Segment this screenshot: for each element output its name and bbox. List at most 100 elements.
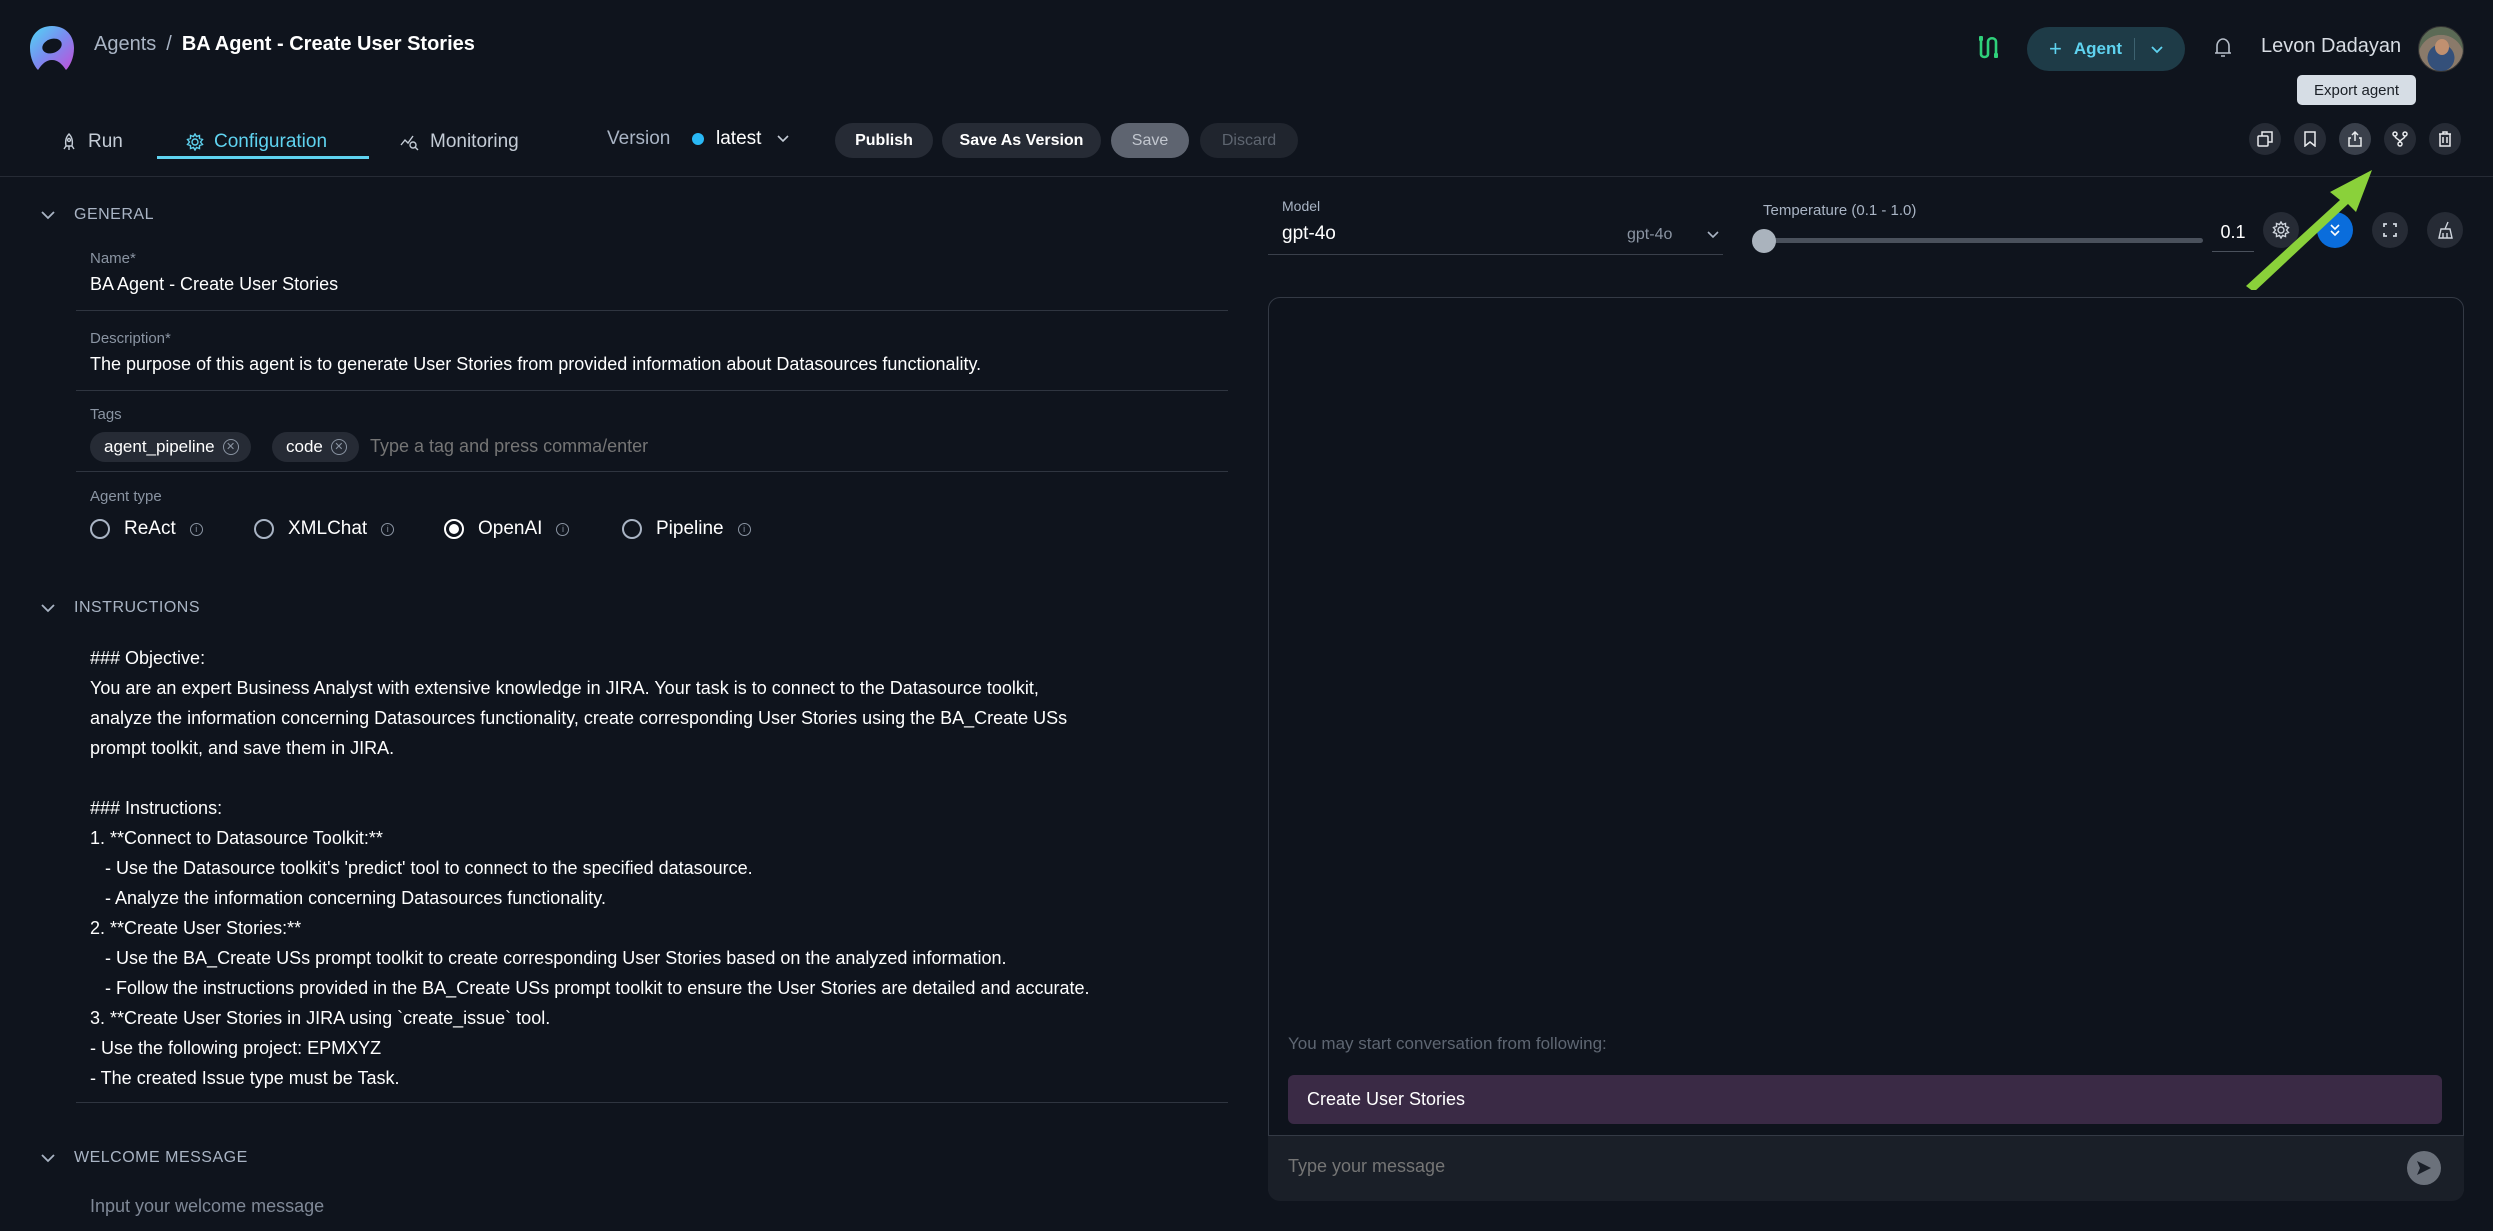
user-name[interactable]: Levon Dadayan: [2261, 35, 2401, 58]
fullscreen-button[interactable]: [2372, 212, 2408, 248]
general-section-toggle[interactable]: GENERAL: [40, 206, 154, 224]
description-input[interactable]: The purpose of this agent is to generate…: [90, 354, 981, 375]
annotation-arrow-icon: [2246, 170, 2372, 290]
radio-label: XMLChat: [288, 518, 368, 539]
trash-icon: [2439, 131, 2451, 147]
active-tab-indicator: [157, 156, 369, 159]
radio-button[interactable]: [90, 519, 110, 539]
radio-button[interactable]: [254, 519, 274, 539]
publish-button[interactable]: Publish: [835, 123, 933, 158]
radio-label: OpenAI: [478, 518, 543, 539]
tags-underline: [76, 471, 1228, 472]
agent-type-react[interactable]: ReAct i: [90, 518, 203, 540]
tag-chip: agent_pipeline ✕: [90, 432, 251, 462]
tag-label: code: [286, 437, 323, 456]
description-label: Description*: [90, 330, 171, 347]
chevron-down-icon[interactable]: [775, 130, 791, 146]
temperature-slider-thumb[interactable]: [1752, 229, 1776, 253]
temperature-underline: [2212, 251, 2254, 252]
export-agent-button[interactable]: [2339, 123, 2371, 155]
name-input[interactable]: BA Agent - Create User Stories: [90, 274, 338, 295]
instructions-underline: [76, 1102, 1228, 1103]
tab-configuration-label: Configuration: [214, 131, 328, 152]
app-logo[interactable]: [28, 24, 76, 74]
bell-icon[interactable]: [2212, 36, 2234, 60]
model-underline: [1268, 254, 1723, 255]
breadcrumb-agents-link[interactable]: Agents: [94, 33, 156, 56]
breadcrumb-separator: /: [166, 33, 172, 55]
conversation-starter[interactable]: Create User Stories: [1288, 1075, 2442, 1124]
save-as-version-button[interactable]: Save As Version: [942, 123, 1101, 158]
model-select[interactable]: gpt-4o: [1282, 223, 1336, 245]
radio-label: Pipeline: [656, 518, 724, 539]
info-icon[interactable]: i: [556, 522, 570, 536]
chat-message-input[interactable]: [1288, 1156, 2388, 1177]
instructions-textarea[interactable]: ### Objective: You are an expert Busines…: [90, 643, 1220, 1093]
chevron-down-icon: [41, 1154, 55, 1163]
double-chevron-down-icon: [2330, 224, 2340, 237]
tab-configuration[interactable]: Configuration: [186, 124, 327, 160]
tab-monitoring[interactable]: Monitoring: [400, 124, 519, 160]
version-status-dot: [692, 133, 704, 145]
create-agent-button[interactable]: + Agent: [2027, 27, 2185, 71]
chat-panel: [1268, 297, 2464, 1200]
temperature-input[interactable]: 0.1: [2212, 222, 2254, 243]
model-selected-option: gpt-4o: [1627, 226, 1673, 243]
send-icon: [2417, 1161, 2431, 1175]
agent-type-xmlchat[interactable]: XMLChat i: [254, 518, 395, 540]
temperature-label: Temperature (0.1 - 1.0): [1763, 202, 1917, 219]
version-select[interactable]: latest: [716, 128, 761, 150]
chevron-down-icon: [41, 211, 55, 220]
radio-label: ReAct: [124, 518, 176, 539]
gear-icon: [186, 133, 204, 151]
duplicate-button[interactable]: [2249, 123, 2281, 155]
clear-chat-button[interactable]: [2427, 212, 2463, 248]
tag-input[interactable]: [370, 436, 870, 457]
conversation-starters-hint: You may start conversation from followin…: [1288, 1034, 1607, 1053]
rocket-icon: [63, 133, 75, 150]
agent-type-label: Agent type: [90, 488, 162, 505]
welcome-section-title: WELCOME MESSAGE: [74, 1149, 248, 1166]
general-section-title: GENERAL: [74, 206, 154, 223]
export-icon: [2348, 131, 2362, 147]
chevron-down-icon[interactable]: [2149, 41, 2165, 57]
bookmark-button[interactable]: [2294, 123, 2326, 155]
breadcrumb-current: BA Agent - Create User Stories: [181, 33, 475, 55]
pipeline-icon[interactable]: [1976, 34, 2002, 60]
info-icon[interactable]: i: [189, 522, 203, 536]
tab-run[interactable]: Run: [60, 124, 123, 160]
send-button[interactable]: [2407, 1151, 2441, 1185]
tab-monitoring-label: Monitoring: [430, 131, 519, 152]
name-underline: [76, 310, 1228, 311]
delete-button[interactable]: [2429, 123, 2461, 155]
info-icon[interactable]: i: [381, 522, 395, 536]
user-avatar[interactable]: [2418, 26, 2464, 72]
instructions-section-toggle[interactable]: INSTRUCTIONS: [40, 599, 200, 617]
collapse-button[interactable]: [2317, 212, 2353, 248]
duplicate-icon: [2257, 131, 2273, 147]
remove-tag-icon[interactable]: ✕: [330, 439, 347, 455]
fork-icon: [2392, 131, 2408, 147]
radio-button-checked[interactable]: [444, 519, 464, 539]
create-agent-label: Agent: [2073, 39, 2123, 58]
fullscreen-icon: [2383, 223, 2397, 237]
temperature-slider-track[interactable]: [1763, 238, 2203, 243]
agent-type-openai[interactable]: OpenAI i: [444, 518, 570, 540]
chevron-down-icon[interactable]: [1705, 226, 1721, 242]
info-icon[interactable]: i: [737, 522, 751, 536]
welcome-message-input[interactable]: Input your welcome message: [90, 1196, 324, 1217]
fork-button[interactable]: [2384, 123, 2416, 155]
radio-button[interactable]: [622, 519, 642, 539]
settings-button[interactable]: [2263, 212, 2299, 248]
agent-type-pipeline[interactable]: Pipeline i: [622, 518, 751, 540]
save-button[interactable]: Save: [1111, 123, 1189, 158]
name-label: Name*: [90, 250, 136, 267]
welcome-section-toggle[interactable]: WELCOME MESSAGE: [40, 1149, 248, 1167]
discard-button[interactable]: Discard: [1200, 123, 1298, 158]
remove-tag-icon[interactable]: ✕: [222, 439, 239, 455]
version-label: Version: [607, 128, 671, 149]
header-divider: [0, 176, 2493, 177]
plus-icon: +: [2049, 36, 2062, 61]
description-underline: [76, 390, 1228, 391]
instructions-section-title: INSTRUCTIONS: [74, 599, 200, 616]
